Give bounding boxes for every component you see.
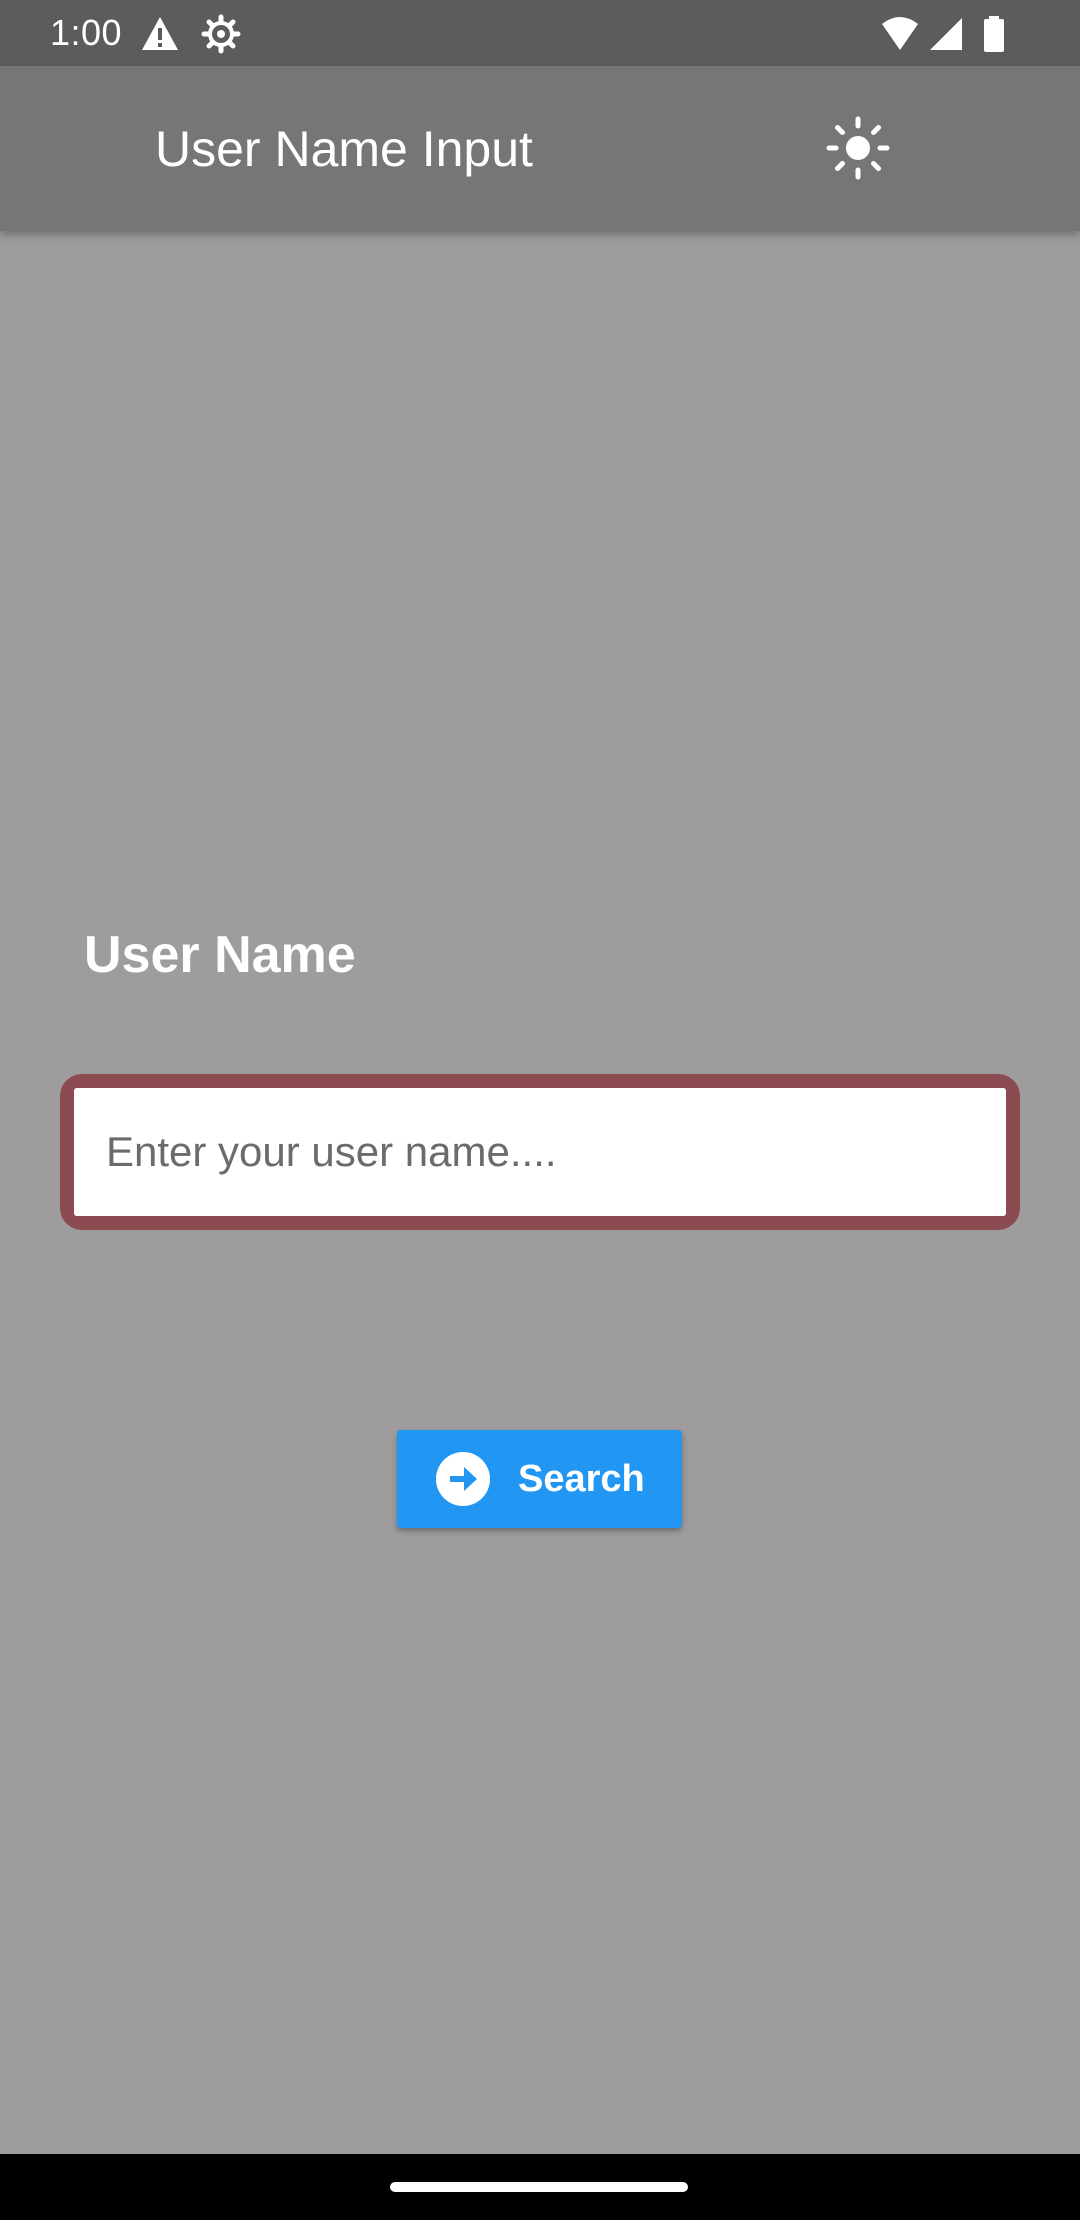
signal-icon	[926, 14, 966, 54]
page-title: User Name Input	[155, 121, 533, 177]
status-bar: 1:00	[0, 0, 1080, 66]
navigation-bar	[0, 2154, 1080, 2220]
user-name-field-inner	[74, 1088, 1006, 1216]
user-name-field-container	[60, 1074, 1020, 1230]
settings-icon	[201, 14, 241, 54]
status-time: 1:00	[50, 12, 123, 53]
search-button[interactable]: Search	[397, 1430, 682, 1528]
app-bar: User Name Input	[0, 66, 1080, 231]
sun-icon	[826, 116, 890, 185]
warning-icon	[140, 14, 180, 54]
arrow-right-circle-icon	[435, 1451, 491, 1507]
wifi-icon	[880, 14, 920, 54]
user-name-input[interactable]	[74, 1088, 1006, 1216]
battery-icon	[974, 14, 1014, 54]
search-button-label: Search	[518, 1458, 645, 1500]
home-gesture-handle[interactable]	[390, 2182, 688, 2192]
user-name-label: User Name	[84, 926, 356, 984]
theme-toggle-button[interactable]	[820, 112, 896, 188]
